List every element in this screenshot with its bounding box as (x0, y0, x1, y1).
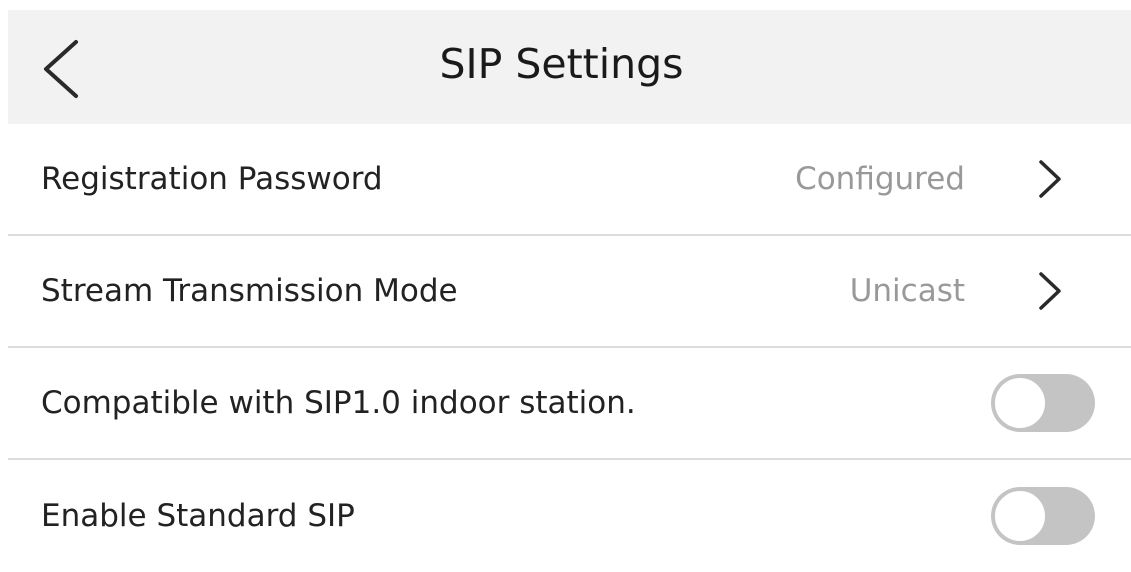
registration-password-label: Registration Password (41, 161, 383, 197)
sip1-compatibility-row: Compatible with SIP1.0 indoor station. (8, 348, 1131, 460)
enable-standard-sip-toggle[interactable] (991, 487, 1095, 545)
enable-standard-sip-row: Enable Standard SIP (8, 460, 1131, 572)
chevron-right-icon (1037, 270, 1063, 312)
enable-standard-sip-label: Enable Standard SIP (41, 498, 355, 534)
chevron-right-icon (1037, 158, 1063, 200)
stream-transmission-mode-row[interactable]: Stream Transmission Mode Unicast (8, 236, 1131, 348)
sip-settings-screen: SIP Settings Registration Password Confi… (8, 10, 1131, 568)
stream-transmission-mode-label: Stream Transmission Mode (41, 273, 458, 309)
toggle-knob (993, 376, 1047, 430)
sip1-compatibility-label: Compatible with SIP1.0 indoor station. (41, 385, 636, 421)
stream-transmission-mode-value: Unicast (849, 273, 965, 309)
toggle-knob (993, 489, 1047, 543)
registration-password-row[interactable]: Registration Password Configured (8, 124, 1131, 236)
page-title: SIP Settings (439, 40, 684, 88)
registration-password-value: Configured (795, 161, 965, 197)
header-bar: SIP Settings (8, 10, 1131, 124)
sip1-compatibility-toggle[interactable] (991, 374, 1095, 432)
